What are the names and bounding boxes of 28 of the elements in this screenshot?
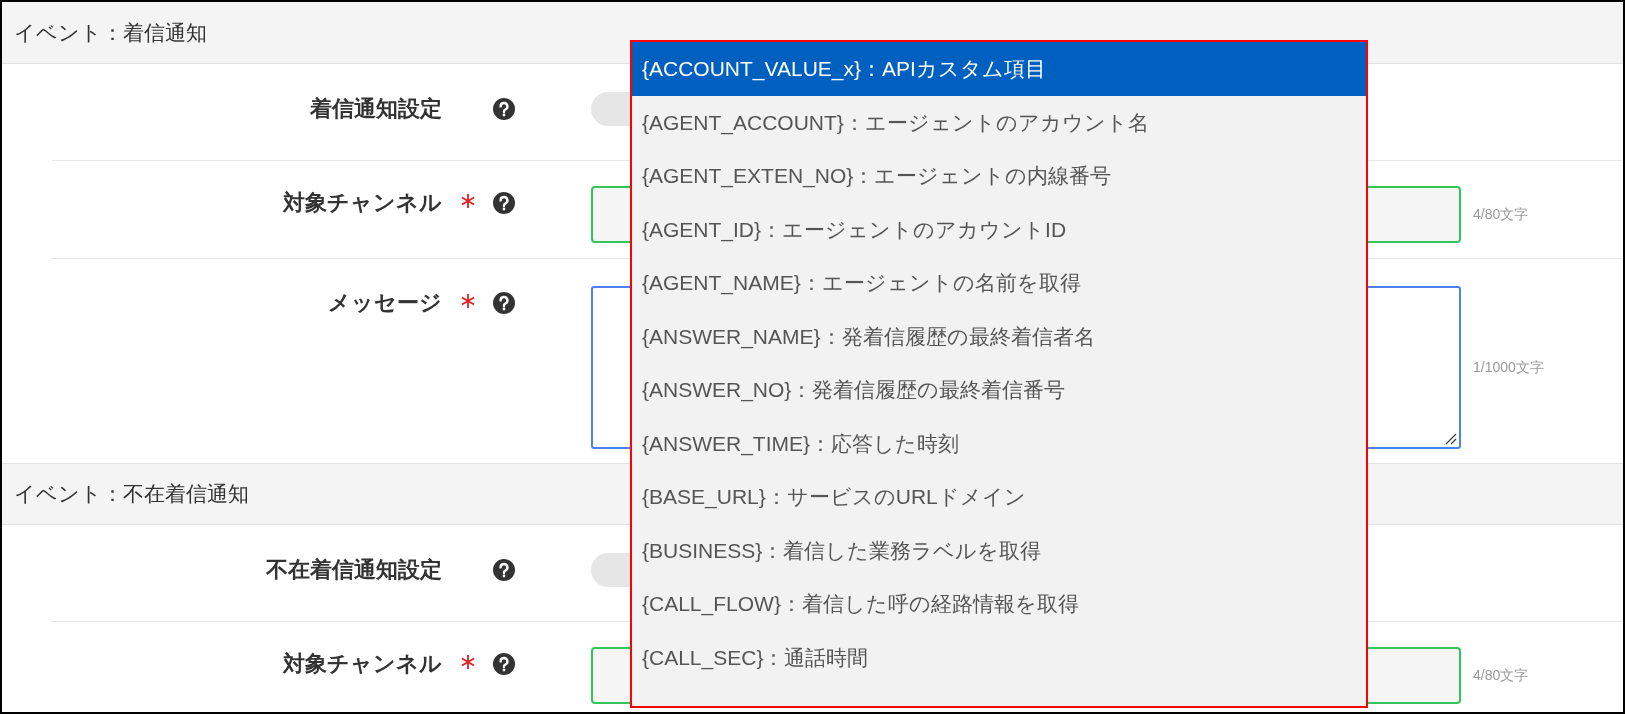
dropdown-option[interactable]: {AGENT_NAME}：エージェントの名前を取得 [632, 256, 1366, 310]
resize-handle-icon[interactable] [1445, 433, 1457, 445]
dropdown-option[interactable]: {AGENT_EXTEN_NO}：エージェントの内線番号 [632, 149, 1366, 203]
dropdown-option[interactable]: {ACCOUNT_VALUE_x}：APIカスタム項目 [632, 42, 1366, 96]
help-icon[interactable] [493, 653, 515, 675]
dropdown-option[interactable]: {ANSWER_NAME}：発着信履歴の最終着信者名 [632, 309, 1366, 363]
field-label: 不在着信通知設定 [266, 556, 442, 584]
dropdown-option[interactable]: {ANSWER_TIME}：応答した時刻 [632, 416, 1366, 470]
help-icon[interactable] [493, 559, 515, 581]
dropdown-option[interactable]: {CALL_SEC}：通話時間 [632, 630, 1366, 684]
dropdown-option[interactable]: {AGENT_ID}：エージェントのアカウントID [632, 202, 1366, 256]
field-label: メッセージ [328, 289, 442, 317]
character-counter: 4/80文字 [1473, 205, 1529, 224]
dropdown-option[interactable]: {ANSWER_NO}：発着信履歴の最終着信番号 [632, 363, 1366, 417]
dropdown-option[interactable]: {BUSINESS}：着信した業務ラベルを取得 [632, 523, 1366, 577]
help-icon[interactable] [493, 292, 515, 314]
help-icon[interactable] [493, 98, 515, 120]
section-title: イベント：不在着信通知 [14, 481, 249, 508]
dropdown-option[interactable]: {BASE_URL}：サービスのURLドメイン [632, 470, 1366, 524]
dropdown-option[interactable]: {CALL_FLOW}：着信した呼の経路情報を取得 [632, 577, 1366, 631]
field-label: 対象チャンネル [283, 650, 442, 678]
dropdown-option[interactable]: {AGENT_ACCOUNT}：エージェントのアカウント名 [632, 95, 1366, 149]
help-icon[interactable] [493, 192, 515, 214]
character-counter: 1/1000文字 [1473, 358, 1544, 377]
section-title: イベント：着信通知 [14, 19, 207, 46]
field-label: 着信通知設定 [310, 95, 442, 123]
character-counter: 4/80文字 [1473, 666, 1529, 685]
field-label: 対象チャンネル [283, 189, 442, 217]
